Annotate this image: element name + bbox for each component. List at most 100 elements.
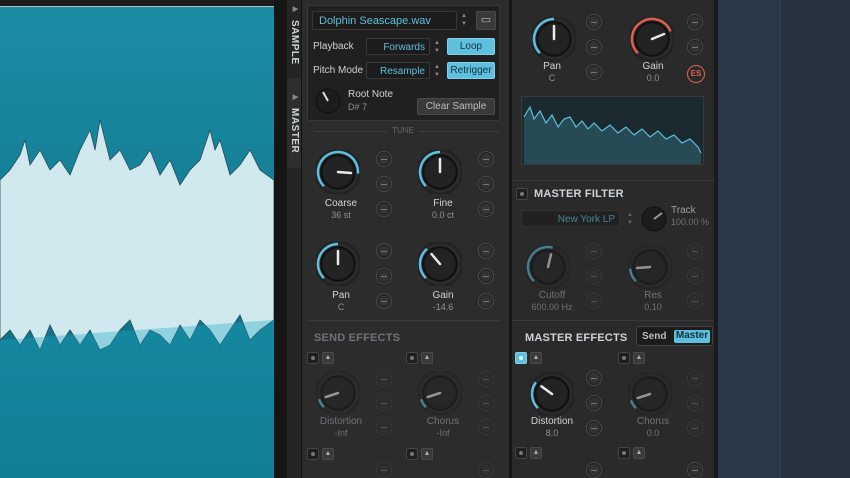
gain-knob[interactable] — [416, 240, 464, 291]
mod-slot[interactable] — [376, 371, 392, 387]
master-fx-enable-4[interactable] — [618, 447, 630, 459]
master-fx-arrow-2[interactable]: ▲ — [633, 352, 645, 364]
tab-sample[interactable]: ▶ SAMPLE — [287, 0, 302, 70]
folder-icon[interactable]: ▭ — [476, 11, 496, 30]
root-note-knob[interactable] — [314, 87, 342, 115]
mod-slot[interactable] — [478, 176, 494, 192]
playback-select[interactable]: Forwards — [366, 38, 430, 55]
mod-slot[interactable] — [586, 14, 602, 30]
mod-slot[interactable] — [478, 462, 494, 478]
send-fx-arrow-1[interactable]: ▲ — [322, 352, 334, 364]
mod-slot[interactable] — [586, 268, 602, 284]
tune-section-label: TUNE — [387, 126, 419, 135]
send-fx-arrow-4[interactable]: ▲ — [421, 448, 433, 460]
playback-spinner[interactable]: ▲ ▼ — [432, 39, 442, 55]
mod-slot[interactable] — [586, 370, 602, 386]
loop-toggle[interactable]: Loop — [447, 38, 495, 55]
master-fx-arrow-4[interactable]: ▲ — [633, 447, 645, 459]
mod-slot[interactable] — [687, 14, 703, 30]
send-fx-enable-1[interactable] — [307, 352, 319, 364]
tab-master-label: MASTER — [289, 107, 300, 153]
send-fx-arrow-2[interactable]: ▲ — [421, 352, 433, 364]
waveform-graphic — [0, 0, 274, 478]
mod-slot[interactable] — [687, 462, 703, 478]
sample-filename: Dolphin Seascape.wav — [319, 15, 431, 27]
master-filter-enable[interactable] — [516, 188, 528, 200]
waveform-display[interactable] — [0, 0, 274, 478]
sample-panel: Dolphin Seascape.wav ▲ ▼ ▭ Playback Forwa… — [302, 0, 509, 478]
mod-slot[interactable] — [478, 371, 494, 387]
mod-slot[interactable] — [586, 420, 602, 436]
pitch-mode-spinner[interactable]: ▲ ▼ — [432, 63, 442, 79]
toggle-send[interactable]: Send — [642, 331, 666, 342]
filter-type-select[interactable]: New York LP — [521, 210, 620, 227]
mod-slot[interactable] — [687, 370, 703, 386]
mod-slot[interactable] — [478, 243, 494, 259]
cutoff-knob[interactable] — [524, 243, 572, 294]
send-chorus-knob[interactable] — [416, 369, 464, 420]
track-knob[interactable] — [640, 205, 668, 233]
coarse-value: 36 st — [331, 210, 351, 220]
mod-slot[interactable] — [687, 293, 703, 309]
mod-slot[interactable] — [376, 395, 392, 411]
master-fx-enable-2[interactable] — [618, 352, 630, 364]
pitch-mode-select[interactable]: Resample — [366, 62, 430, 79]
pan-knob[interactable] — [314, 240, 362, 291]
master-fx-enable-3[interactable] — [515, 447, 527, 459]
send-fx-enable-2[interactable] — [406, 352, 418, 364]
res-knob[interactable] — [626, 243, 674, 294]
mod-slot[interactable] — [376, 462, 392, 478]
toggle-master[interactable]: Master — [674, 330, 710, 343]
master-distortion-knob[interactable] — [528, 370, 576, 421]
master-gain-value: 0.0 — [646, 73, 660, 83]
mod-slot[interactable] — [478, 395, 494, 411]
mod-slot[interactable] — [376, 293, 392, 309]
mod-slot[interactable] — [478, 201, 494, 217]
mod-slot[interactable] — [376, 243, 392, 259]
fine-knob[interactable] — [416, 148, 464, 199]
tab-master[interactable]: ▶ MASTER — [287, 78, 302, 168]
mod-slot[interactable] — [687, 268, 703, 284]
mod-slot[interactable] — [586, 243, 602, 259]
coarse-knob[interactable] — [314, 148, 362, 199]
master-chorus-knob[interactable] — [626, 370, 674, 421]
send-fx-arrow-3[interactable]: ▲ — [322, 448, 334, 460]
track-value: 100.00 % — [671, 217, 710, 227]
master-gain-knob[interactable] — [628, 15, 676, 66]
master-chorus-label: Chorus — [636, 416, 670, 427]
mod-slot[interactable] — [687, 39, 703, 55]
mod-slot[interactable] — [687, 243, 703, 259]
mod-slot[interactable] — [376, 176, 392, 192]
mod-slot[interactable] — [478, 419, 494, 435]
retrigger-toggle[interactable]: Retrigger — [447, 62, 495, 79]
mod-slot[interactable] — [478, 293, 494, 309]
sample-file-select[interactable]: Dolphin Seascape.wav — [312, 11, 457, 30]
send-fx-enable-4[interactable] — [406, 448, 418, 460]
mod-slot[interactable] — [586, 293, 602, 309]
mod-slot[interactable] — [586, 39, 602, 55]
mod-slot[interactable] — [687, 420, 703, 436]
master-pan-knob[interactable] — [530, 15, 578, 66]
mod-slot[interactable] — [376, 151, 392, 167]
file-spinner[interactable]: ▲ ▼ — [459, 12, 469, 28]
clear-sample-button[interactable]: Clear Sample — [417, 98, 495, 115]
mod-slot[interactable] — [478, 268, 494, 284]
filter-type-spinner[interactable]: ▲ ▼ — [625, 211, 635, 227]
pan-value: C — [337, 302, 345, 312]
mod-slot[interactable] — [586, 395, 602, 411]
mod-slot[interactable] — [376, 419, 392, 435]
mod-slot[interactable] — [376, 268, 392, 284]
send-fx-enable-3[interactable] — [307, 448, 319, 460]
master-fx-arrow-3[interactable]: ▲ — [530, 447, 542, 459]
waveform-scrollbar[interactable] — [0, 0, 274, 7]
master-fx-arrow-1[interactable]: ▲ — [530, 352, 542, 364]
send-distortion-knob[interactable] — [314, 369, 362, 420]
mod-slot[interactable] — [586, 462, 602, 478]
mod-slot[interactable] — [687, 395, 703, 411]
es-badge[interactable]: ES — [687, 65, 705, 83]
mod-slot[interactable] — [478, 151, 494, 167]
mod-slot[interactable] — [376, 201, 392, 217]
spectrum-display — [521, 96, 704, 165]
master-fx-enable-1[interactable] — [515, 352, 527, 364]
mod-slot[interactable] — [586, 64, 602, 80]
